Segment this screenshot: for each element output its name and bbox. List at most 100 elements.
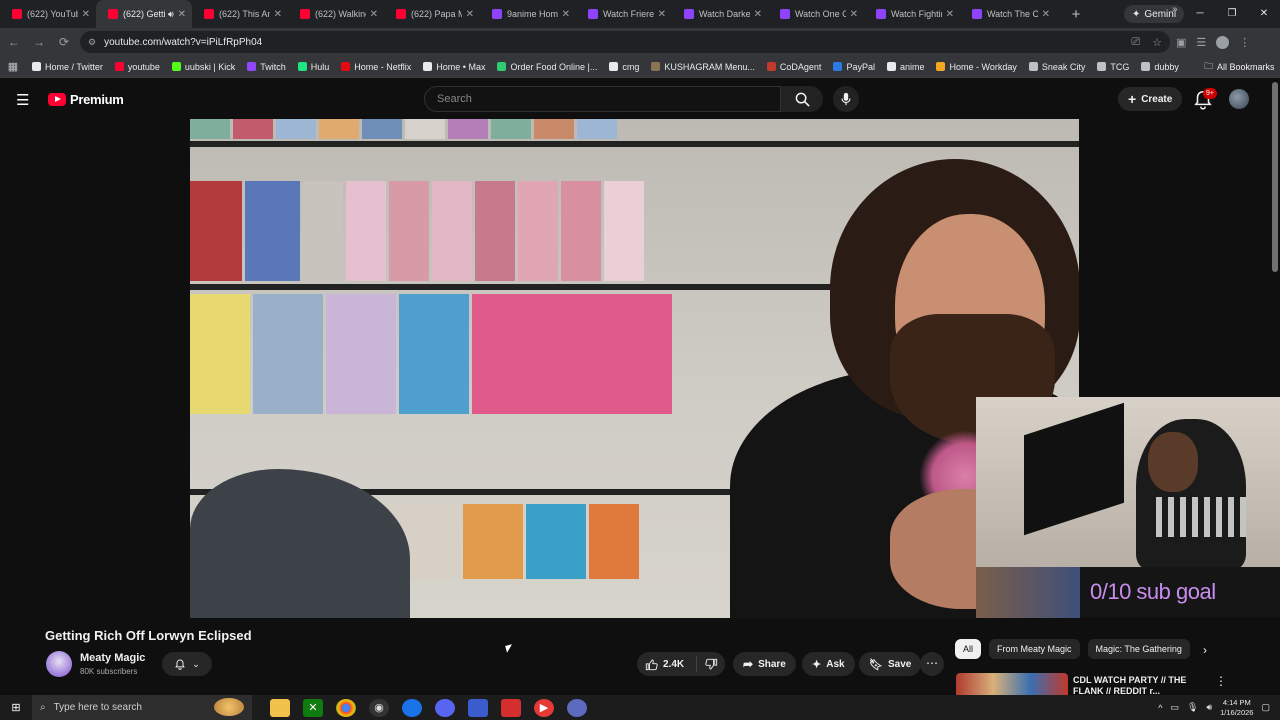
close-tab-icon[interactable]: ✕ [370, 9, 378, 20]
tray-overflow-icon[interactable]: ^ [1158, 703, 1162, 713]
bookmark-item[interactable]: anime [881, 62, 931, 72]
bookmark-item[interactable]: Home - Netflix [335, 62, 417, 72]
notifications-icon[interactable]: ▢ [1261, 702, 1270, 713]
profile-icon[interactable] [1216, 35, 1230, 49]
bookmark-item[interactable]: CoDAgent [761, 62, 828, 72]
close-tab-icon[interactable]: ✕ [466, 9, 474, 20]
page-scrollbar[interactable] [1272, 82, 1278, 272]
bookmark-item[interactable]: TCG [1091, 62, 1135, 72]
new-tab-icon[interactable]: + [1062, 6, 1090, 23]
all-bookmarks-button[interactable]: 🗀 All Bookmarks [1204, 56, 1275, 78]
back-icon[interactable]: ← [3, 35, 25, 49]
speaker-icon[interactable]: 🔊︎ [168, 9, 174, 20]
bookmark-item[interactable]: PayPal [827, 62, 881, 72]
browser-tab[interactable]: Watch Frieren ✕ [576, 0, 672, 28]
video-player[interactable] [190, 119, 1079, 618]
search-input[interactable]: Search [424, 86, 781, 112]
browser-tab[interactable]: (622) This Anime ✕ [192, 0, 288, 28]
bookmark-item[interactable]: cmg [603, 62, 645, 72]
close-tab-icon[interactable]: ✕ [274, 9, 282, 20]
bookmark-item[interactable]: Sneak City [1023, 62, 1092, 72]
close-tab-icon[interactable]: ✕ [562, 9, 570, 20]
side-panel-icon[interactable]: ▣ [1176, 36, 1186, 49]
bookmarks-overflow-icon[interactable]: » [1172, 4, 1178, 15]
filter-chip[interactable]: All [955, 639, 982, 659]
browser-tab[interactable]: 9anime Home ✕ [480, 0, 576, 28]
filter-chip[interactable]: Magic: The Gathering [1087, 639, 1190, 659]
minimize-icon[interactable]: ─ [1184, 0, 1216, 28]
bookmark-item[interactable]: dubby [1135, 62, 1185, 72]
browser-tab[interactable]: Watch The C ✕ [960, 0, 1056, 28]
browser-tab[interactable]: (622) YouTube ✕ [0, 0, 96, 28]
close-tab-icon[interactable]: ✕ [946, 9, 954, 20]
browser-tab[interactable]: (622) Papa M ✕ [384, 0, 480, 28]
more-vert-icon[interactable]: ⋮ [1215, 674, 1227, 688]
discord-icon[interactable] [435, 698, 455, 717]
close-tab-icon[interactable]: ✕ [178, 9, 186, 20]
voice-search-button[interactable] [833, 86, 859, 112]
bookmark-item[interactable]: Home / Twitter [26, 62, 109, 72]
chevron-right-icon[interactable]: › [1203, 643, 1207, 657]
recommended-title[interactable]: CDL WATCH PARTY // THE FLANK // REDDIT r… [1073, 675, 1213, 695]
menu-hamburger-icon[interactable]: ☰ [16, 91, 29, 109]
obs-icon[interactable]: ◉ [369, 698, 389, 717]
bookmark-item[interactable]: uubski | Kick [166, 62, 241, 72]
search-button[interactable] [781, 86, 823, 112]
network-icon[interactable]: ▭ [1170, 702, 1179, 713]
close-tab-icon[interactable]: ✕ [658, 9, 666, 20]
address-bar[interactable]: ⚙ youtube.com/watch?v=iPiLfRpPh04 ⎚ ☆ [80, 31, 1170, 53]
close-tab-icon[interactable]: ✕ [82, 9, 90, 20]
browser-tab[interactable]: (622) Getting Rich🔊︎ ✕ [96, 0, 192, 28]
bookmark-item[interactable]: Order Food Online |... [491, 62, 603, 72]
ask-button[interactable]: ✦ Ask [802, 652, 855, 676]
volume-icon[interactable]: 🔊︎ [1206, 702, 1212, 713]
clock[interactable]: 4:14 PM 1/16/2026 [1220, 698, 1253, 718]
youtube-premium-logo[interactable]: Premium [48, 92, 124, 107]
microphone-tray-icon[interactable]: 🎙︎ [1187, 702, 1198, 713]
recommended-video[interactable]: CDL WATCH PARTY // THE FLANK // REDDIT r… [956, 673, 1276, 695]
xbox-icon[interactable]: ✕ [303, 698, 323, 717]
file-explorer-icon[interactable] [270, 698, 290, 717]
channel-avatar[interactable] [46, 651, 72, 677]
close-tab-icon[interactable]: ✕ [850, 9, 858, 20]
taskbar-search[interactable]: ⌕ Type here to search [32, 695, 252, 720]
app-icon[interactable] [567, 698, 587, 717]
reload-icon[interactable]: ⟳ [53, 35, 75, 49]
bookmark-star-icon[interactable]: ☆ [1152, 36, 1162, 49]
bookmark-item[interactable]: Hulu [292, 62, 336, 72]
channel-name[interactable]: Meaty Magic [80, 652, 145, 664]
more-actions-icon[interactable]: ⋯ [920, 652, 944, 676]
account-avatar[interactable] [1229, 89, 1249, 109]
cast-icon[interactable]: ⎚ [1131, 36, 1140, 49]
bookmark-item[interactable]: Home • Max [417, 62, 491, 72]
close-window-icon[interactable]: ✕ [1248, 0, 1280, 28]
recommended-thumbnail[interactable] [956, 673, 1068, 695]
browser-app-icon[interactable] [402, 698, 422, 717]
browser-menu-icon[interactable]: ⋮ [1239, 36, 1250, 49]
site-info-icon[interactable]: ⚙ [88, 37, 96, 48]
extensions-icon[interactable]: ☰ [1196, 36, 1206, 49]
like-button[interactable]: 2.4K [637, 656, 697, 672]
restore-icon[interactable]: ❐ [1216, 0, 1248, 28]
dislike-button[interactable] [697, 658, 725, 671]
chrome-icon[interactable] [336, 698, 356, 717]
bookmark-item[interactable]: Home - Workday [930, 62, 1022, 72]
browser-tab[interactable]: Watch One O ✕ [768, 0, 864, 28]
bookmark-item[interactable]: Twitch [241, 62, 292, 72]
subscribed-button[interactable]: ⌄ [162, 652, 212, 676]
youtube-app-icon[interactable]: ▶ [534, 698, 554, 717]
browser-tab[interactable]: (622) Walking ✕ [288, 0, 384, 28]
bookmark-item[interactable]: youtube [109, 62, 166, 72]
create-button[interactable]: + Create [1118, 87, 1183, 111]
bookmark-item[interactable]: KUSHAGRAM Menu... [645, 62, 761, 72]
forward-icon[interactable]: → [28, 35, 50, 49]
game-controller-icon[interactable] [468, 698, 488, 717]
browser-tab[interactable]: Watch Fightin ✕ [864, 0, 960, 28]
filter-chip[interactable]: From Meaty Magic [989, 639, 1080, 659]
browser-tab[interactable]: Watch Darker ✕ [672, 0, 768, 28]
close-tab-icon[interactable]: ✕ [1042, 9, 1050, 20]
apps-grid-icon[interactable]: ▦ [0, 60, 26, 73]
save-button[interactable]: 🔖︎ Save [859, 652, 922, 676]
windows-start-icon[interactable]: ⊞ [0, 701, 32, 714]
close-tab-icon[interactable]: ✕ [754, 9, 762, 20]
